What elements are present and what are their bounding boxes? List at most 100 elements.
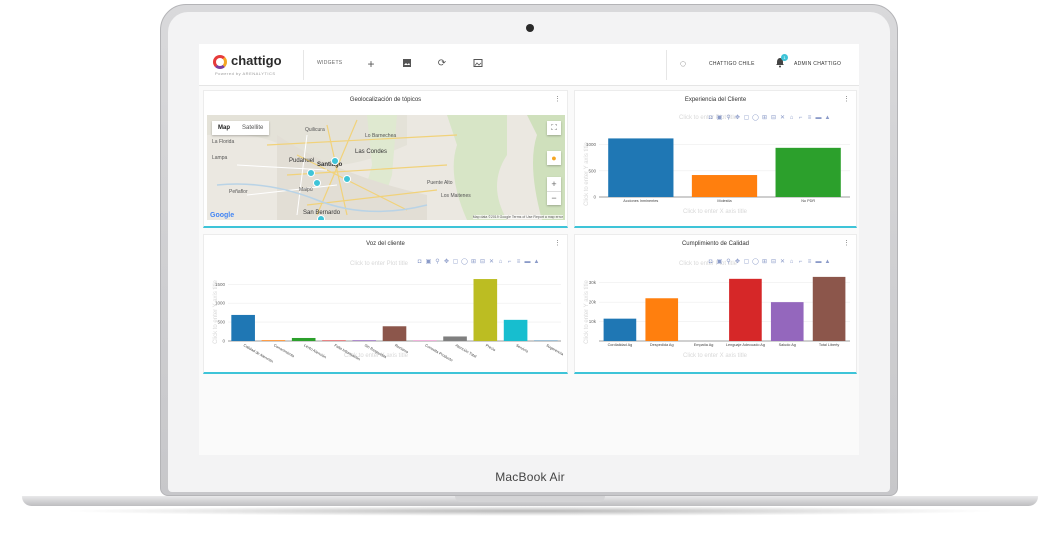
chattigo-logo[interactable]: chattigo Powered by ARENALYTICS <box>213 53 303 78</box>
x-tick-label: Total Liberty <box>819 343 840 347</box>
map-marker[interactable] <box>343 175 351 183</box>
map-label: Los Maitenes <box>441 193 471 199</box>
logo-icon <box>213 55 227 69</box>
bar[interactable] <box>729 278 762 341</box>
map-panel: Geolocalización de tópicos ⋮ Map Satelli… <box>203 90 568 228</box>
bar[interactable] <box>603 318 637 341</box>
y-tick-label: 1000 <box>586 142 597 147</box>
y-tick-label: 500 <box>217 320 225 325</box>
bar[interactable] <box>812 276 846 341</box>
y-tick-label: 500 <box>588 168 596 173</box>
chart-panel-voz: Voz del cliente ⋮ Click to enter Plot ti… <box>203 234 568 374</box>
bar[interactable] <box>645 298 679 341</box>
bar[interactable] <box>691 175 758 197</box>
bar[interactable] <box>412 340 437 341</box>
loading-spinner-icon: ◌ <box>679 58 687 70</box>
bar-chart: 10k 20k 30k Cordialidad Ag Despedida Ag Empat… <box>589 276 850 347</box>
x-tick-label: Lento Atención <box>303 343 327 359</box>
map-marker[interactable] <box>331 157 339 165</box>
bar[interactable] <box>608 138 674 197</box>
chart-panel-experiencia: Experiencia del Cliente ⋮ Click to enter… <box>574 90 857 228</box>
logo-subtitle: Powered by ARENALYTICS <box>215 71 276 76</box>
divider <box>666 50 667 80</box>
laptop-mockup: MacBook Air chattigo Powered by ARENALYT… <box>0 0 1041 541</box>
panel-title: Experiencia del Cliente <box>684 97 747 103</box>
bar[interactable] <box>473 279 498 341</box>
map-label: Las Condes <box>355 149 388 155</box>
bar[interactable] <box>503 319 528 341</box>
x-tick-label: Reclamo <box>394 343 409 354</box>
bar[interactable] <box>443 336 467 341</box>
kebab-menu-icon[interactable]: ⋮ <box>554 95 561 103</box>
map-label: Maipú <box>299 187 313 193</box>
bar-chart: 0 500 1000 Acciones Inminentes Molestia No PD… <box>586 138 850 203</box>
plus-icon[interactable]: + <box>365 58 377 70</box>
x-tick-label: Molestia <box>717 199 732 203</box>
map-attribution[interactable]: Map data ©2019 Google Terms of Use Repor… <box>472 215 563 219</box>
x-tick-label: Despedida Ag <box>650 343 674 347</box>
y-tick-label: 0 <box>593 195 596 200</box>
org-selector[interactable]: CHATTIGO CHILE <box>709 61 755 67</box>
map-label: Lampa <box>212 155 228 161</box>
bar-chart: 0 500 1000 1500 Calidad de Atención Conocimie… <box>215 279 565 364</box>
map-label: Santiago <box>317 162 343 168</box>
kebab-menu-icon[interactable]: ⋮ <box>843 95 850 103</box>
x-tick-label: Precio <box>485 343 496 352</box>
bar[interactable] <box>382 326 407 341</box>
google-logo: Google <box>210 212 235 219</box>
map-marker[interactable] <box>307 169 315 177</box>
laptop-notch <box>455 496 605 502</box>
bar[interactable] <box>770 302 804 341</box>
bar[interactable] <box>322 340 346 341</box>
x-tick-label: Falta Información <box>333 343 360 361</box>
y-tick-label: 0 <box>222 339 225 344</box>
bar[interactable] <box>291 337 316 341</box>
x-tick-label: Lenguaje Adecuado Ag <box>726 343 765 347</box>
zoom-in-button[interactable]: + <box>547 177 561 191</box>
bar[interactable] <box>352 340 377 341</box>
tab-map[interactable]: Map <box>212 121 236 135</box>
x-tick-label: Consulta Producto <box>424 343 453 362</box>
notification-badge: 1 <box>781 54 788 61</box>
pegman-icon[interactable]: ● <box>547 151 561 165</box>
kebab-menu-icon[interactable]: ⋮ <box>843 239 850 247</box>
image-icon[interactable] <box>401 58 413 70</box>
y-tick-label: 10k <box>589 319 597 324</box>
x-tick-label: Empatía Ag <box>694 343 714 347</box>
bar[interactable] <box>231 314 255 341</box>
user-menu[interactable]: ADMIN CHATTIGO <box>794 61 841 67</box>
map-view[interactable]: Map Satellite ⛶ ● + − Quilicura Pudahuel… <box>207 115 565 220</box>
panel-title: Geolocalización de tópicos <box>349 97 422 103</box>
device-brand: MacBook Air <box>495 470 565 484</box>
fullscreen-icon[interactable]: ⛶ <box>547 121 561 135</box>
x-tick-label: Sugerencia <box>545 343 564 357</box>
picture-icon[interactable] <box>472 58 484 70</box>
y-tick-label: 20k <box>589 300 597 305</box>
x-tick-label: Acciones Inminentes <box>623 199 658 203</box>
tab-satellite[interactable]: Satellite <box>236 121 269 135</box>
x-tick-label: Sin Respuesta <box>364 343 388 359</box>
kebab-menu-icon[interactable]: ⋮ <box>554 239 561 247</box>
x-tick-label: Saludo Ag <box>779 343 796 347</box>
y-tick-label: 1000 <box>215 301 226 306</box>
map-label: Quilicura <box>305 127 325 133</box>
map-marker[interactable] <box>317 215 325 220</box>
x-tick-label: Conocimiento <box>273 343 295 358</box>
divider <box>303 50 304 80</box>
chart-panel-cumplimiento: Cumplimiento de Calidad ⋮ Click to enter… <box>574 234 857 374</box>
widgets-label: WIDGETS <box>317 60 343 66</box>
y-tick-label: 30k <box>589 280 597 285</box>
map-label: Lo Barnechea <box>365 133 397 139</box>
bar[interactable] <box>261 340 286 341</box>
x-tick-label: Calidad de Atención <box>243 343 274 363</box>
refresh-icon[interactable]: ⟳ <box>436 58 448 70</box>
map-marker[interactable] <box>313 179 321 187</box>
zoom-out-button[interactable]: − <box>547 191 561 205</box>
panel-title: Cumplimiento de Calidad <box>681 241 750 247</box>
bar[interactable] <box>775 147 841 197</box>
logo-name: chattigo <box>231 53 282 68</box>
x-tick-label: Atención Total <box>455 343 478 358</box>
dashboard-screen: chattigo Powered by ARENALYTICS WIDGETS … <box>199 44 859 455</box>
map-label: Peñaflor <box>229 189 248 195</box>
map-label: Puente Alto <box>427 180 453 186</box>
